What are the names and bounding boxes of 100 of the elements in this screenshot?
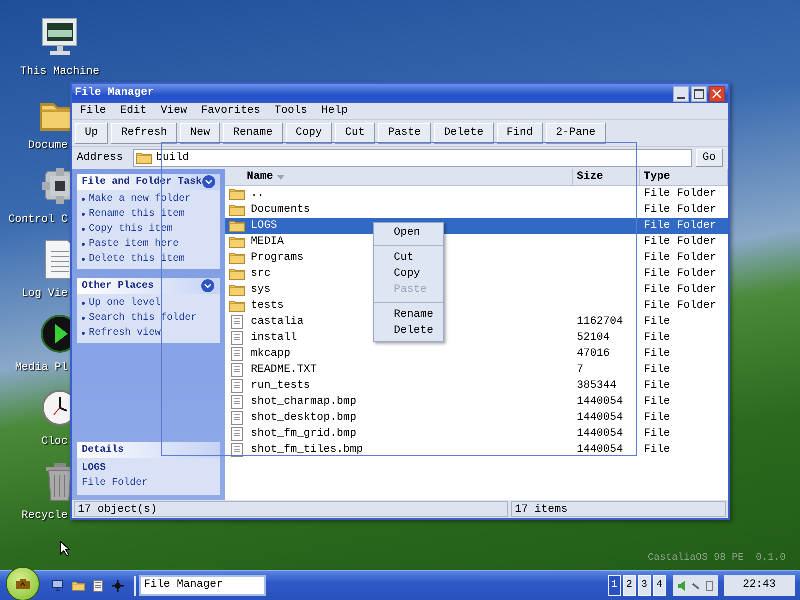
menu-item[interactable]: Edit — [120, 102, 147, 120]
file-size: 52104 — [577, 332, 610, 344]
toolbar-button[interactable]: Delete — [434, 122, 494, 144]
file-name[interactable]: run_tests — [251, 378, 310, 394]
file-name[interactable]: README.TXT — [251, 362, 318, 378]
toolbar-button[interactable]: Up — [75, 122, 108, 144]
context-menu-item[interactable]: Cut — [374, 250, 443, 266]
context-menu-item[interactable]: Rename — [374, 307, 443, 323]
context-menu-item[interactable]: Copy — [374, 266, 443, 282]
file-name[interactable]: tests — [251, 298, 284, 314]
document-icon[interactable] — [93, 580, 103, 592]
file-name[interactable]: sys — [251, 282, 271, 298]
network-icon[interactable] — [692, 582, 700, 590]
file-icon — [231, 331, 243, 345]
minimize-button[interactable] — [673, 86, 689, 102]
file-type: File — [644, 316, 670, 328]
file-type: File Folder — [644, 252, 717, 264]
menu-item[interactable]: View — [160, 102, 188, 120]
clock-display[interactable]: 22:43 — [724, 575, 795, 596]
file-icon — [231, 395, 243, 409]
file-name[interactable]: shot_fm_grid.bmp — [251, 426, 357, 442]
file-name[interactable]: install — [251, 330, 298, 346]
task-link[interactable]: Up one level — [89, 296, 162, 311]
toolbar-button[interactable]: Copy — [286, 122, 332, 144]
monitor-icon[interactable] — [52, 580, 64, 592]
file-name[interactable]: shot_fm_tiles.bmp — [251, 442, 364, 458]
file-name[interactable]: castalia — [251, 314, 304, 330]
task-link[interactable]: Search this folder — [89, 311, 198, 326]
menu-item[interactable]: File — [80, 102, 106, 120]
folder-icon — [229, 188, 245, 200]
file-icon — [231, 427, 243, 441]
maximize-button[interactable] — [691, 86, 707, 102]
file-type: File — [644, 348, 670, 360]
bullet-icon — [82, 213, 85, 216]
desktop-icon-label[interactable]: Control C — [0, 212, 68, 228]
file-name[interactable]: shot_charmap.bmp — [251, 394, 357, 410]
folder-icon — [136, 152, 152, 164]
task-link[interactable]: Delete this item — [89, 252, 186, 267]
file-size: 1162704 — [577, 316, 624, 328]
workspace-button[interactable]: 4 — [653, 575, 666, 596]
version-text: CastaliaOS 98 PE 0.1.0 — [648, 552, 786, 566]
toolbar-button[interactable]: 2-Pane — [546, 122, 606, 144]
file-icon — [231, 379, 243, 393]
file-name[interactable]: mkcapp — [251, 346, 291, 362]
desktop-icon-label[interactable]: This Machine — [20, 64, 100, 80]
desktop-icon-label[interactable]: Cloc — [0, 434, 68, 450]
toolbar-button[interactable]: Cut — [335, 122, 376, 144]
workspace-button[interactable]: 1 — [608, 575, 621, 596]
folder-icon — [229, 204, 245, 216]
toolbar-button[interactable]: Paste — [378, 122, 432, 144]
sort-caret-icon — [277, 174, 286, 180]
workspace-button[interactable]: 2 — [623, 575, 636, 596]
file-icon — [231, 347, 243, 361]
file-size: 1440054 — [577, 444, 624, 456]
folder-icon — [229, 220, 245, 232]
file-icon — [231, 443, 243, 457]
toolbar-button[interactable]: Refresh — [111, 122, 178, 144]
file-name[interactable]: Documents — [251, 202, 310, 218]
file-name[interactable]: MEDIA — [251, 234, 284, 250]
context-menu-item[interactable]: Delete — [374, 323, 443, 339]
file-name[interactable]: shot_desktop.bmp — [251, 410, 357, 426]
toolbar-button[interactable]: Rename — [223, 122, 283, 144]
workspace-button[interactable]: 3 — [638, 575, 651, 596]
chevron-down-icon[interactable] — [202, 175, 216, 189]
column-header[interactable]: Size — [573, 169, 640, 185]
details-title: Details — [82, 444, 124, 458]
desktop-icon-label[interactable]: Docume — [0, 138, 68, 154]
file-type: File — [644, 412, 670, 424]
chevron-down-icon[interactable] — [201, 279, 215, 293]
speaker-icon[interactable] — [678, 580, 686, 590]
toolbar-button[interactable]: New — [180, 122, 220, 144]
desktop-icon-label[interactable]: Recycle — [0, 508, 68, 524]
file-type: File Folder — [644, 300, 717, 312]
minimize-icon — [677, 96, 685, 98]
file-name[interactable]: Programs — [251, 250, 304, 266]
battery-icon[interactable] — [706, 580, 713, 590]
file-size: 47016 — [577, 348, 610, 360]
file-name[interactable]: .. — [251, 186, 264, 202]
file-size: 7 — [577, 364, 584, 376]
task-button[interactable]: File Manager — [139, 575, 266, 596]
column-header[interactable]: Type — [640, 169, 728, 185]
menu-item[interactable]: Help — [322, 102, 348, 120]
file-type: File — [644, 364, 670, 376]
monitor-icon — [40, 18, 80, 58]
task-link[interactable]: Rename this item — [89, 207, 186, 222]
file-name[interactable]: src — [251, 266, 271, 282]
task-link[interactable]: Refresh view — [89, 326, 162, 341]
menu-item[interactable]: Favorites — [201, 102, 261, 120]
file-name[interactable]: LOGS — [251, 218, 278, 234]
folder-icon — [229, 284, 245, 296]
close-button[interactable] — [709, 86, 725, 102]
close-icon — [712, 88, 722, 98]
menu-item[interactable]: Tools — [274, 102, 308, 120]
go-button[interactable]: Go — [696, 149, 723, 167]
file-type: File — [644, 428, 670, 440]
start-button[interactable] — [6, 566, 40, 600]
sparkle-icon[interactable] — [112, 580, 124, 592]
toolbar-button[interactable]: Find — [496, 122, 544, 144]
desktop-icon-label[interactable]: Log Vie — [0, 286, 68, 302]
column-header[interactable]: Name — [225, 169, 573, 185]
